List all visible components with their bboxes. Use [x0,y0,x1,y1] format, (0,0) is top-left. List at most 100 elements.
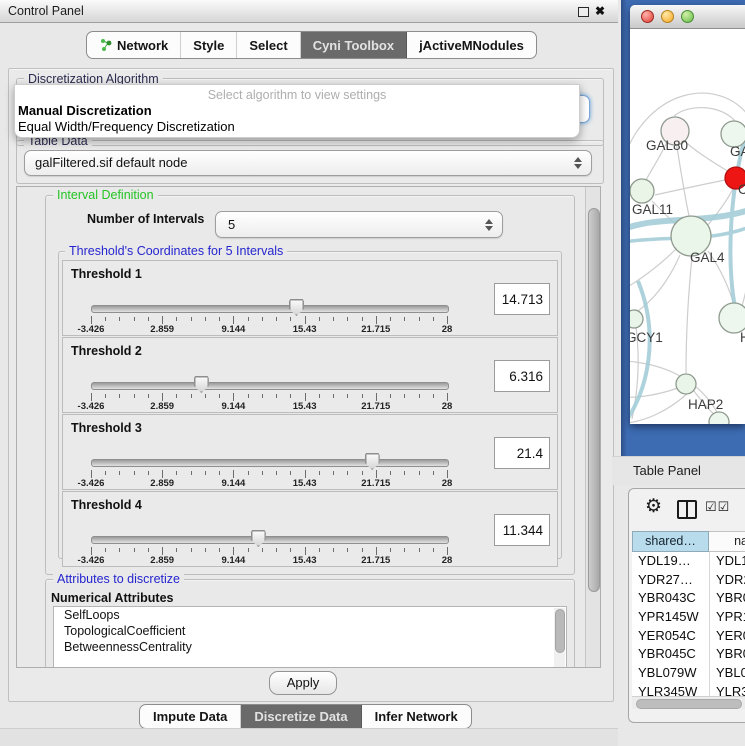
slider-thumb[interactable] [289,299,304,316]
table-hscrollbar-thumb[interactable] [636,699,742,709]
tab-label: Impute Data [153,709,227,724]
tab-cyni-toolbox[interactable]: Cyni Toolbox [301,32,407,58]
table-data-combobox[interactable]: galFiltered.sif default node [24,150,592,176]
node-gcy1 [630,310,643,328]
gear-icon[interactable]: ⚙ [645,495,662,518]
network-canvas[interactable]: GAL80 GA GAL11 C GAL4 GCY1 H HAP2 [630,29,745,424]
threshold-slider[interactable]: -3.4262.8599.14415.4321.71528 [91,261,447,335]
close-traffic-light-icon[interactable] [641,10,654,23]
numerical-attributes-title: Numerical Attributes [51,591,173,605]
dropdown-placeholder-option[interactable]: Select algorithm to view settings [15,88,579,102]
cell-name: YER0 [716,627,745,646]
tab-label: Discretize Data [254,709,347,724]
node-label: GAL11 [632,202,673,217]
threshold-slider[interactable]: -3.4262.8599.14415.4321.71528 [91,492,447,566]
table-row[interactable]: YPR145WYPR1 [632,608,745,627]
slider-thumb[interactable] [365,453,380,470]
network-window-titlebar[interactable] [630,5,745,29]
slider-ticks [91,393,447,401]
dropdown-option-equal-width[interactable]: Equal Width/Frequency Discretization [18,119,235,134]
close-icon[interactable]: ✖ [595,0,605,22]
network-window[interactable]: GAL80 GA GAL11 C GAL4 GCY1 H HAP2 [630,5,745,424]
tab-infer-network[interactable]: Infer Network [362,705,471,728]
table-row[interactable]: YDL19… YDL1 [632,552,745,571]
threshold-slider[interactable]: -3.4262.8599.14415.4321.71528 [91,338,447,412]
slider-track[interactable] [91,536,449,544]
float-window-icon[interactable] [578,7,589,17]
tab-discretize-data[interactable]: Discretize Data [241,705,361,728]
cell-shared-name: YLR345W [638,683,697,696]
threshold-value-field[interactable]: 11.344 [494,514,550,546]
apply-button[interactable]: Apply [269,671,337,695]
cell-name: YDL1 [716,552,745,571]
tab-network[interactable]: Network [87,32,181,58]
node-h [719,303,745,333]
zoom-traffic-light-icon[interactable] [681,10,694,23]
cell-name: YLR3 [716,683,745,696]
attribute-item-selfloops[interactable]: SelfLoops [54,607,566,623]
select-columns-icon[interactable]: ☑☑ [705,499,730,515]
slider-track[interactable] [91,305,449,313]
tab-style[interactable]: Style [181,32,237,58]
tab-label: Network [117,38,168,53]
number-of-intervals-combobox[interactable]: 5 [215,211,503,238]
slider-ticks [91,547,447,555]
table-row[interactable]: YLR345W YLR3 [632,683,745,696]
table-data-value: galFiltered.sif default node [35,151,187,175]
threshold-value-field[interactable]: 6.316 [494,360,550,392]
slider-track[interactable] [91,382,449,390]
slider-tick-labels: -3.4262.8599.14415.4321.71528 [91,555,447,567]
split-columns-icon[interactable] [677,500,697,519]
threshold-value-field[interactable]: 21.4 [494,437,550,469]
tab-select[interactable]: Select [237,32,300,58]
interval-definition-label: Interval Definition [53,188,158,202]
slider-tick-labels: -3.4262.8599.14415.4321.71528 [91,478,447,490]
node-label: GCY1 [630,330,663,345]
app-root: Control Panel ✖ NetworkStyleSelectCyni T… [0,0,745,745]
attributes-group-label: Attributes to discretize [53,572,184,586]
node-bottom-partial [709,412,729,424]
tab-label: jActiveMNodules [419,38,524,53]
minimize-traffic-light-icon[interactable] [661,10,674,23]
node-hap2 [676,374,696,394]
table-row[interactable]: YBL079WYBL0 [632,664,745,683]
number-of-intervals-label: Number of Intervals [87,212,204,226]
table-header: shared… na [632,531,745,552]
table-row[interactable]: YDR27…YDR2 [632,571,745,590]
threshold-panel-1: Threshold 1-3.4262.8599.14415.4321.71528… [62,260,558,336]
slider-ticks [91,316,447,324]
tab-label: Select [249,38,287,53]
tab-impute-data[interactable]: Impute Data [140,705,241,728]
combo-arrows-icon [574,157,582,169]
node-label: GAL80 [646,138,688,153]
main-scrollbar[interactable] [585,187,600,667]
algorithm-dropdown-popup: Select algorithm to view settings Manual… [14,84,580,138]
column-separator [709,552,710,696]
slider-track[interactable] [91,459,449,467]
attribute-item-betweennesscentrality[interactable]: BetweennessCentrality [54,639,566,655]
attribute-item-topologicalcoefficient[interactable]: TopologicalCoefficient [54,623,566,639]
top-tab-bar: Network Style Select Cyni Toolbox jActiveMNo… [86,31,537,59]
list-scrollbar-thumb[interactable] [555,609,565,653]
slider-thumb[interactable] [194,376,209,393]
main-scrollbar-thumb[interactable] [588,208,600,592]
threshold-value-field[interactable]: 14.713 [494,283,550,315]
column-header-shared-name[interactable]: shared… [632,531,709,552]
list-scrollbar[interactable] [554,608,565,668]
cell-shared-name: YBR045C [638,645,696,664]
cell-shared-name: YDL19… [638,552,691,571]
column-header-name[interactable]: na [709,531,745,552]
table-row[interactable]: YER054CYER0 [632,627,745,646]
tab-jactivemnodules[interactable]: jActiveMNodules [407,32,536,58]
dropdown-option-manual-discretization[interactable]: Manual Discretization [18,103,152,118]
slider-thumb[interactable] [251,530,266,547]
node-label: HAP2 [688,397,723,412]
table-row[interactable]: YBR043CYBR0 [632,589,745,608]
table-row[interactable]: YBR045CYBR0 [632,645,745,664]
cell-name: YDR2 [716,571,745,590]
numerical-attributes-list[interactable]: SelfLoopsTopologicalCoefficientBetweenne… [53,606,567,668]
threshold-coordinates-label: Threshold's Coordinates for 5 Intervals [65,244,287,258]
threshold-slider[interactable]: -3.4262.8599.14415.4321.71528 [91,415,447,489]
table-hscrollbar[interactable] [632,696,745,709]
cell-name: YBL0 [716,664,745,683]
